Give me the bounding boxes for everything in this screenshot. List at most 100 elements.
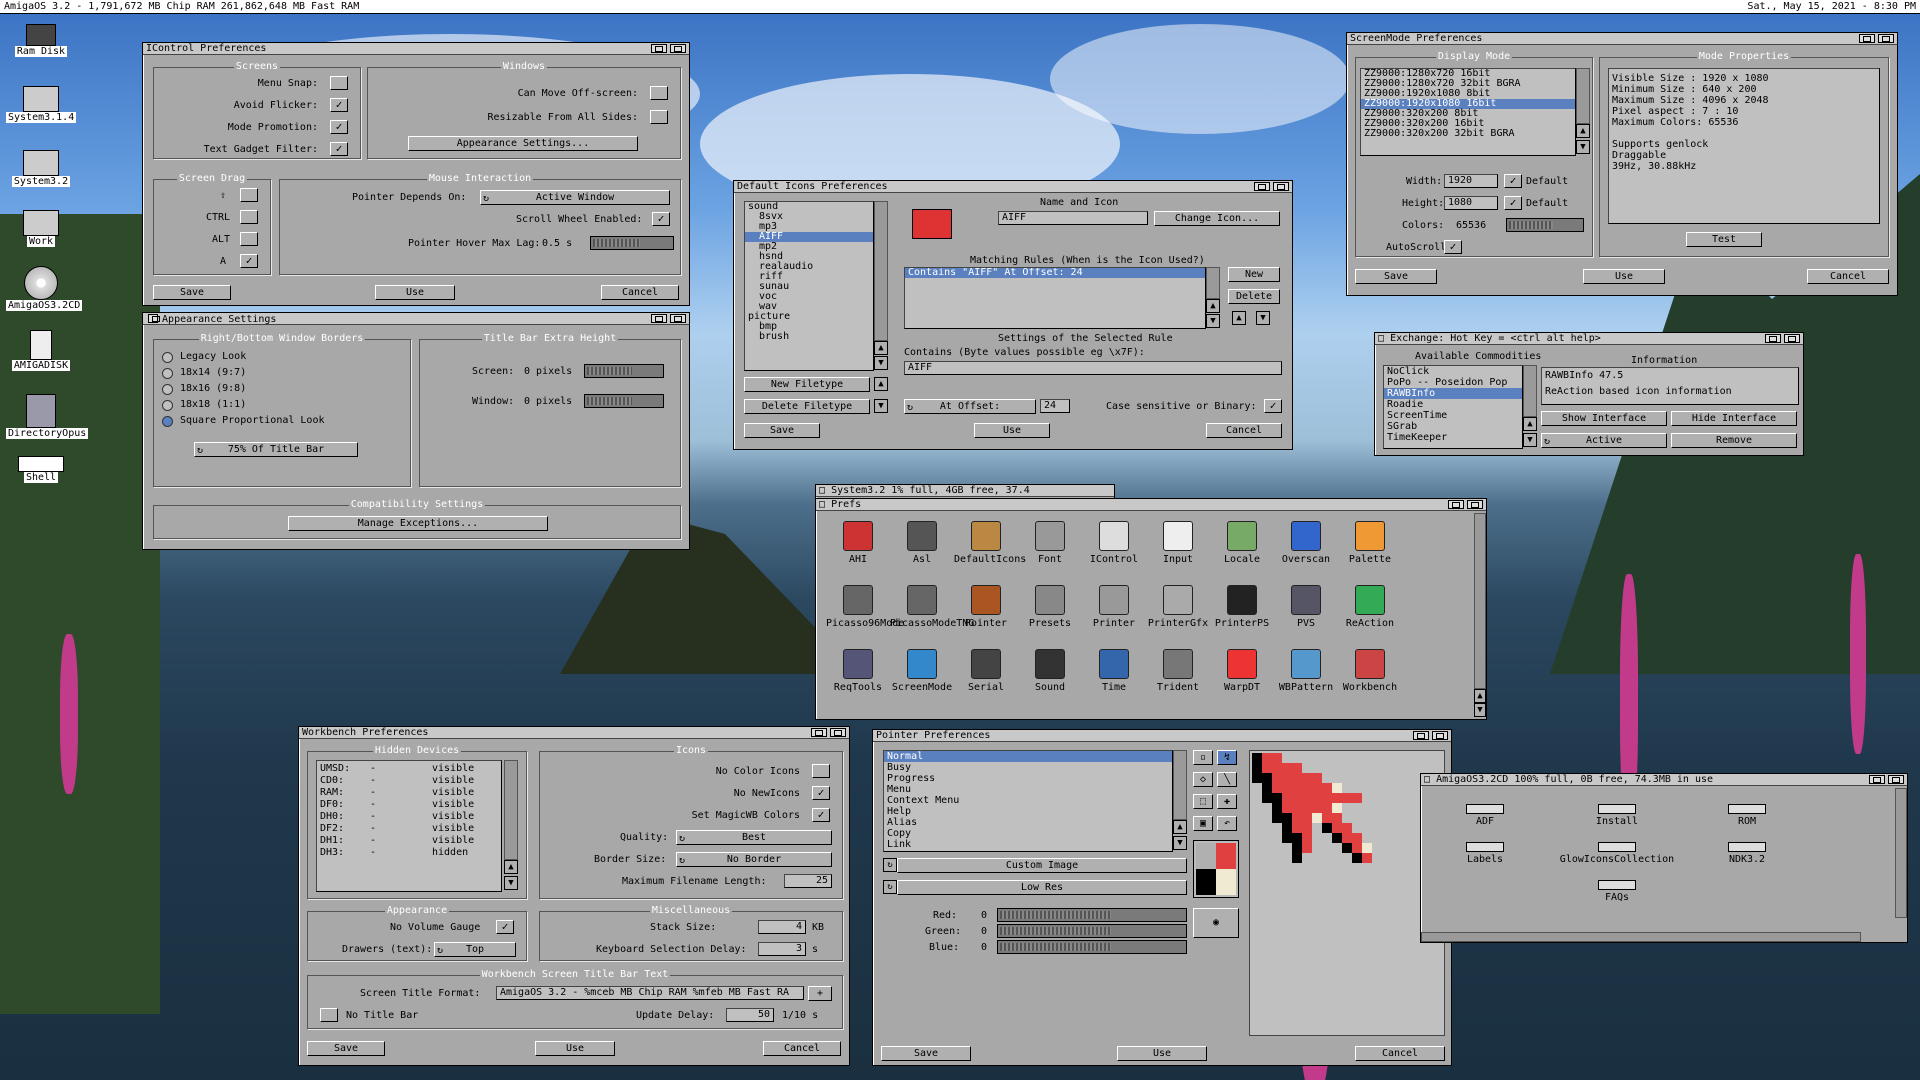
scroll-down-icon[interactable]: ▼ <box>1523 433 1537 447</box>
rule-list[interactable]: Contains "AIFF" At Offset: 24 <box>904 267 1206 329</box>
list-item[interactable]: Link <box>884 839 1172 850</box>
remove-button[interactable]: Remove <box>1671 433 1797 448</box>
save-button[interactable]: Save <box>881 1046 971 1061</box>
hide-interface-button[interactable]: Hide Interface <box>1671 411 1797 426</box>
drawer-item-faqs[interactable]: FAQs <box>1577 880 1657 903</box>
app-icon[interactable]: DirectoryOpus <box>6 394 89 439</box>
fill-tool-icon[interactable]: ◇ <box>1193 772 1213 787</box>
custom-image-button[interactable]: Custom Image <box>897 858 1187 873</box>
table-row[interactable]: CD0: - visible <box>317 775 501 787</box>
exchange-title-bar[interactable]: □ Exchange: Hot Key = <ctrl alt help> <box>1375 333 1803 345</box>
update-delay-field[interactable]: 50 <box>726 1008 774 1022</box>
clear-tool-icon[interactable]: ▣ <box>1193 816 1213 831</box>
cancel-button[interactable]: Cancel <box>1206 423 1282 438</box>
close-gadget-icon[interactable]: □ <box>819 499 825 510</box>
pointer-pixel[interactable] <box>1302 783 1312 793</box>
pointer-pixel[interactable] <box>1352 843 1362 853</box>
close-gadget-icon[interactable]: □ <box>1378 333 1384 344</box>
scroll-down-icon[interactable]: ▼ <box>1173 836 1187 850</box>
depth-gadget-icon[interactable] <box>1467 500 1483 509</box>
pointer-pixel[interactable] <box>1272 763 1282 773</box>
manage-exceptions-button[interactable]: Manage Exceptions... <box>288 516 548 531</box>
list-item[interactable]: Copy <box>884 828 1172 839</box>
table-row[interactable]: DF2: - visible <box>317 823 501 835</box>
scroll-up-icon[interactable]: ▲ <box>1206 299 1220 313</box>
prefs-icon-reaction[interactable]: ReAction <box>1338 585 1402 630</box>
default-icons-title-bar[interactable]: Default Icons Preferences <box>734 181 1292 193</box>
height-default-checkbox[interactable]: ✓ <box>1504 196 1522 210</box>
avoid-flicker-checkbox[interactable]: ✓ <box>330 98 348 112</box>
zoom-gadget-icon[interactable] <box>1413 731 1429 740</box>
stack-size-field[interactable]: 4 <box>758 920 806 934</box>
pointer-pixel[interactable] <box>1272 803 1282 813</box>
exchange-window[interactable]: □ Exchange: Hot Key = <ctrl alt help> Av… <box>1374 332 1804 456</box>
commodity-scrollbar[interactable] <box>1523 365 1537 417</box>
pointer-pixel[interactable] <box>1322 823 1332 833</box>
prefs-icon-icontrol[interactable]: IControl <box>1082 521 1146 566</box>
palette-box[interactable] <box>1193 840 1239 898</box>
default-icons-window[interactable]: Default Icons Preferences sound 8svx mp3… <box>733 180 1293 450</box>
pointer-pixel[interactable] <box>1292 833 1302 843</box>
pointer-pixel[interactable] <box>1282 823 1292 833</box>
screen-title-bar[interactable]: AmigaOS 3.2 - 1,791,672 MB Chip RAM 261,… <box>0 0 1920 14</box>
mode-promotion-checkbox[interactable]: ✓ <box>330 120 348 134</box>
pointer-pixel[interactable] <box>1292 843 1302 853</box>
icontrol-window[interactable]: IControl Preferences Screens Menu Snap: … <box>142 42 690 306</box>
cycle-icon[interactable]: ↻ <box>883 858 897 872</box>
active-cycle[interactable]: ↻ Active <box>1541 433 1667 448</box>
cd-scrollbar[interactable] <box>1895 788 1907 918</box>
cancel-button[interactable]: Cancel <box>1807 269 1889 284</box>
table-row[interactable]: UMSD: - visible <box>317 763 501 775</box>
close-gadget-icon[interactable]: □ <box>1424 774 1430 785</box>
drive-icon[interactable]: System3.2 <box>6 150 76 187</box>
scroll-up-icon[interactable]: ▲ <box>1576 124 1590 138</box>
depth-gadget-icon[interactable] <box>1878 34 1894 43</box>
pointer-pixel[interactable] <box>1282 833 1292 843</box>
mode-scrollbar[interactable] <box>1576 68 1590 124</box>
save-button[interactable]: Save <box>744 423 820 438</box>
palette-color-cream[interactable] <box>1216 869 1236 895</box>
prefs-icon-reqtools[interactable]: ReqTools <box>826 649 890 694</box>
red-slider[interactable] <box>997 908 1187 922</box>
depth-gadget-icon[interactable] <box>670 44 686 53</box>
pointer-pixel[interactable] <box>1252 773 1262 783</box>
filetype-scrollbar[interactable] <box>874 201 888 341</box>
table-row[interactable]: RAM: - visible <box>317 787 501 799</box>
pointer-pixel[interactable] <box>1292 773 1302 783</box>
palette-color-black[interactable] <box>1196 869 1216 895</box>
prefs-icon-printergfx[interactable]: PrinterGfx <box>1146 585 1210 630</box>
list-item[interactable]: SGrab <box>1384 421 1522 432</box>
pointer-pixel[interactable] <box>1302 823 1312 833</box>
table-row[interactable]: DF0: - visible <box>317 799 501 811</box>
pointer-pixel[interactable] <box>1262 773 1272 783</box>
close-gadget-icon[interactable] <box>148 314 160 323</box>
zoom-gadget-icon[interactable] <box>811 728 827 737</box>
pointer-pixel[interactable] <box>1332 823 1342 833</box>
depth-gadget-icon[interactable] <box>670 314 686 323</box>
pointer-pixel[interactable] <box>1362 853 1372 863</box>
radio-18x16[interactable] <box>162 384 173 395</box>
scroll-up-icon[interactable]: ▲ <box>504 860 518 874</box>
can-move-checkbox[interactable] <box>650 86 668 100</box>
contains-field[interactable]: AIFF <box>904 361 1282 375</box>
pointer-pixel[interactable] <box>1302 843 1312 853</box>
cd-drawer-title-bar[interactable]: □ AmigaOS3.2CD 100% full, 0B free, 74.3M… <box>1421 774 1907 786</box>
freehand-tool-icon[interactable]: ↯ <box>1217 750 1237 765</box>
cd-hscrollbar[interactable] <box>1421 932 1861 942</box>
prefs-icon-input[interactable]: Input <box>1146 521 1210 566</box>
change-icon-button[interactable]: Change Icon... <box>1154 211 1280 226</box>
prefs-icon-picassomodetng[interactable]: PicassoModeTNG <box>890 585 974 630</box>
scroll-up-icon[interactable]: ▲ <box>1173 820 1187 834</box>
list-item-selected[interactable]: RAWBInfo <box>1384 388 1522 399</box>
drag-alt-checkbox[interactable] <box>240 232 258 246</box>
prefs-icon-locale[interactable]: Locale <box>1210 521 1274 566</box>
cancel-button[interactable]: Cancel <box>1355 1046 1445 1061</box>
table-row[interactable]: DH3: - hidden <box>317 847 501 859</box>
draw-point-tool-icon[interactable]: ▫ <box>1193 750 1213 765</box>
blue-slider[interactable] <box>997 940 1187 954</box>
delete-rule-button[interactable]: Delete <box>1228 289 1280 304</box>
zoom-gadget-icon[interactable] <box>1869 775 1885 784</box>
drive-icon[interactable]: Work <box>6 210 76 247</box>
drawer-item-adf[interactable]: ADF <box>1445 804 1525 827</box>
prefs-icon-defaulticons[interactable]: DefaultIcons <box>954 521 1026 566</box>
